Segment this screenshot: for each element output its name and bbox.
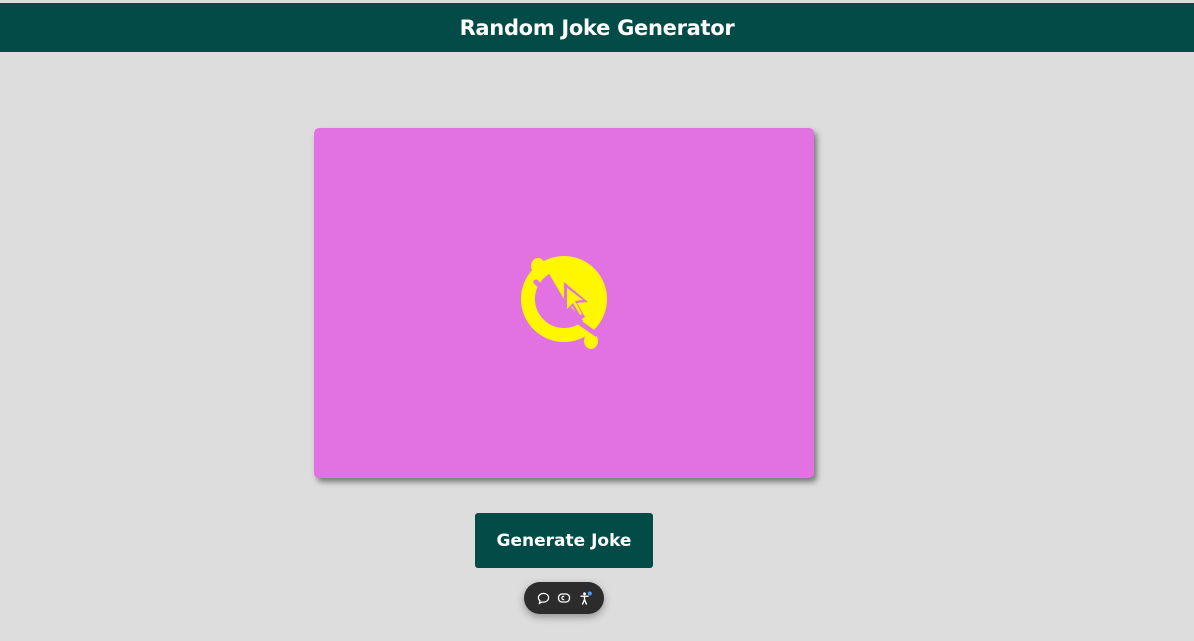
accessibility-icon[interactable] xyxy=(577,590,593,606)
page-title: Random Joke Generator xyxy=(459,15,735,40)
floating-toolbar xyxy=(524,582,604,614)
app-header: Random Joke Generator xyxy=(0,3,1194,52)
laughing-emoji-icon xyxy=(521,256,607,349)
comment-icon[interactable] xyxy=(535,590,551,606)
generate-joke-button[interactable]: Generate Joke xyxy=(475,513,653,568)
caption-icon[interactable] xyxy=(556,590,572,606)
